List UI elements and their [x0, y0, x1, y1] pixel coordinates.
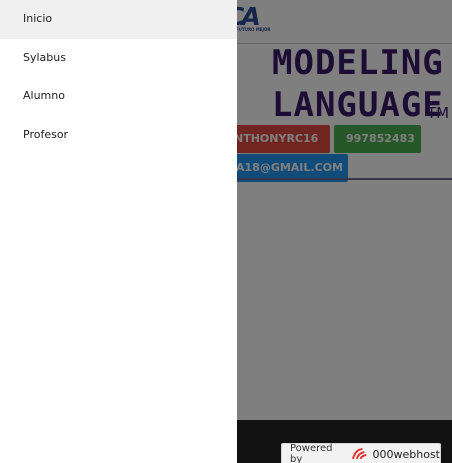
- webhost-name: 000webhost: [372, 447, 441, 461]
- drawer-item-inicio[interactable]: Inicio: [0, 0, 237, 39]
- drawer-item-alumno[interactable]: Alumno: [0, 77, 237, 116]
- drawer-item-profesor[interactable]: Profesor: [0, 116, 237, 155]
- powered-by-label: Powered by: [290, 443, 333, 463]
- navigation-drawer: Inicio Sylabus Alumno Profesor: [0, 0, 237, 463]
- webhost-logo-icon: [352, 448, 367, 460]
- powered-by-badge[interactable]: Powered by 000webhost: [281, 443, 441, 463]
- drawer-item-sylabus[interactable]: Sylabus: [0, 39, 237, 78]
